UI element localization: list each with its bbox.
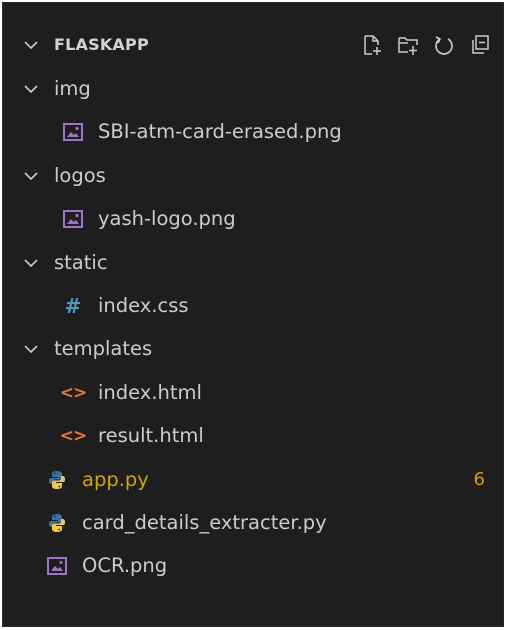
tree-file-card-details-extracter[interactable]: card_details_extracter.py bbox=[3, 501, 503, 544]
new-file-icon[interactable] bbox=[359, 32, 385, 58]
folder-label: static bbox=[54, 250, 108, 274]
tree-file-ocr-png[interactable]: OCR.png bbox=[3, 544, 503, 587]
css-file-icon: # bbox=[64, 293, 82, 318]
file-label: SBI-atm-card-erased.png bbox=[98, 120, 342, 144]
project-title: FLASKAPP bbox=[54, 35, 149, 54]
tree-file-yash-logo[interactable]: yash-logo.png bbox=[3, 197, 503, 240]
tree-folder-img[interactable]: img bbox=[3, 67, 503, 110]
folder-label: templates bbox=[54, 337, 153, 361]
image-file-icon bbox=[62, 120, 84, 144]
tree-folder-logos[interactable]: logos bbox=[3, 154, 503, 197]
chevron-down-icon[interactable] bbox=[21, 166, 41, 186]
chevron-down-icon[interactable] bbox=[21, 339, 41, 359]
folder-label: logos bbox=[54, 163, 106, 187]
file-label: yash-logo.png bbox=[98, 207, 236, 231]
chevron-down-icon[interactable] bbox=[21, 35, 41, 55]
tree-folder-static[interactable]: static bbox=[3, 241, 503, 284]
file-label: OCR.png bbox=[82, 554, 168, 578]
explorer-header[interactable]: FLASKAPP bbox=[3, 23, 503, 67]
image-file-icon bbox=[62, 207, 84, 231]
tree-file-sbi-image[interactable]: SBI-atm-card-erased.png bbox=[3, 110, 503, 153]
tree-folder-templates[interactable]: templates bbox=[3, 327, 503, 370]
new-folder-icon[interactable] bbox=[395, 32, 421, 58]
chevron-down-icon[interactable] bbox=[21, 79, 41, 99]
file-label: app.py bbox=[82, 467, 149, 491]
file-label: result.html bbox=[98, 424, 204, 448]
folder-label: img bbox=[54, 77, 91, 100]
file-label: index.css bbox=[98, 293, 189, 317]
tree-file-index-css[interactable]: # index.css bbox=[3, 284, 503, 327]
chevron-down-icon[interactable] bbox=[21, 253, 41, 273]
collapse-all-icon[interactable] bbox=[467, 32, 493, 58]
image-file-icon bbox=[46, 554, 68, 578]
refresh-icon[interactable] bbox=[431, 32, 457, 58]
tree-file-app-py[interactable]: app.py 6 bbox=[3, 458, 503, 501]
file-label: card_details_extracter.py bbox=[82, 510, 327, 534]
file-tree: img SBI-atm-card-erased.png logos yash-l… bbox=[3, 67, 503, 588]
tree-file-index-html[interactable]: <> index.html bbox=[3, 371, 503, 414]
python-file-icon bbox=[46, 468, 68, 492]
explorer-actions bbox=[359, 32, 493, 58]
explorer-panel: FLASKAPP img SBI-atm-card-erased.png log… bbox=[2, 2, 504, 627]
html-file-icon: <> bbox=[59, 382, 88, 403]
file-label: index.html bbox=[98, 380, 202, 404]
problems-badge: 6 bbox=[473, 468, 485, 490]
tree-file-result-html[interactable]: <> result.html bbox=[3, 414, 503, 457]
html-file-icon: <> bbox=[59, 426, 88, 447]
python-file-icon bbox=[46, 511, 68, 535]
